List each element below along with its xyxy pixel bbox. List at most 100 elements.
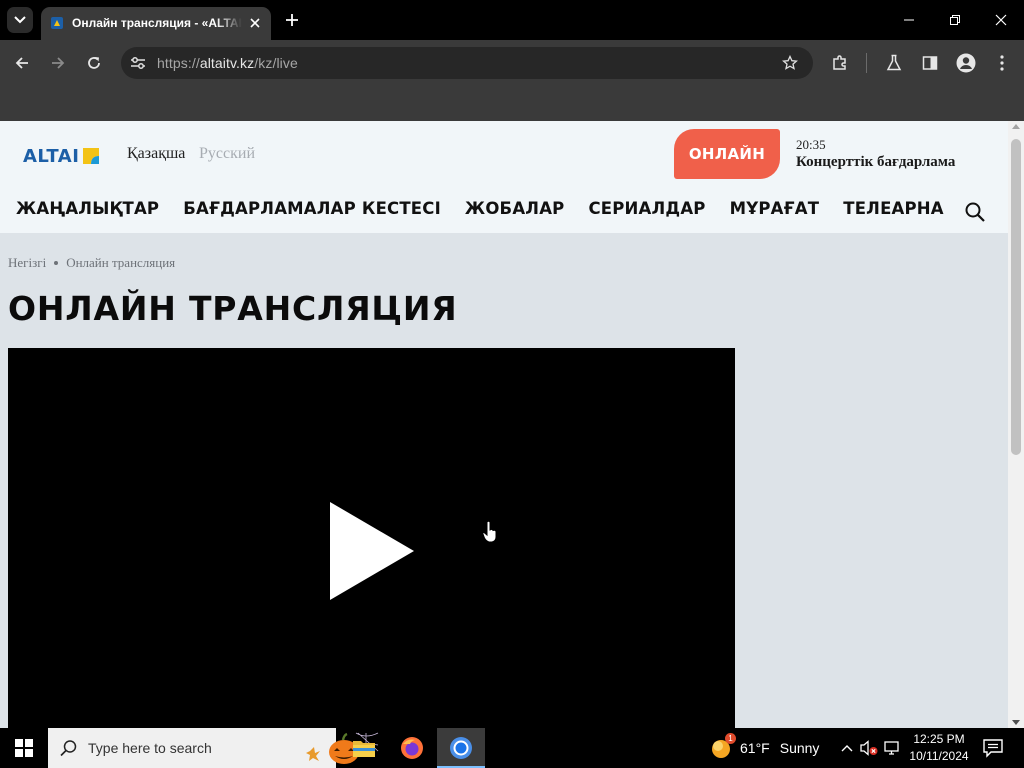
close-window-button[interactable] — [978, 0, 1024, 40]
new-tab-button[interactable] — [282, 10, 302, 30]
weather-description: Sunny — [779, 740, 820, 756]
nav-item-series[interactable]: СЕРИАЛДАР — [588, 199, 705, 223]
taskbar-clock[interactable]: 12:25 PM 10/11/2024 — [904, 731, 974, 765]
browser-menu-button[interactable] — [992, 53, 1012, 73]
profile-button[interactable] — [956, 53, 976, 73]
bookmark-star-button[interactable] — [781, 54, 799, 72]
logo-text: ALTAI — [23, 145, 80, 167]
windows-logo-icon — [15, 739, 33, 757]
online-button[interactable]: ОНЛАЙН — [674, 129, 780, 179]
nav-item-projects[interactable]: ЖОБАЛАР — [465, 199, 565, 223]
altai-favicon-icon — [51, 17, 63, 29]
chrome-icon — [450, 737, 472, 759]
firefox-app[interactable] — [388, 728, 436, 768]
page-scrollbar[interactable] — [1008, 121, 1024, 728]
tab-search-button[interactable] — [7, 7, 33, 33]
scroll-up-arrow-icon[interactable] — [1012, 124, 1020, 129]
weather-widget[interactable]: 1 61°F Sunny — [710, 733, 820, 760]
taskbar-search-placeholder: Type here to search — [88, 740, 212, 756]
tab-close-button[interactable] — [247, 15, 263, 31]
taskbar-search-box[interactable]: Type here to search — [48, 728, 379, 768]
chevron-up-icon — [841, 745, 853, 752]
close-icon — [250, 18, 260, 28]
lang-kazakh[interactable]: Қазақша — [127, 145, 185, 163]
plus-icon — [286, 14, 298, 26]
avatar-icon — [956, 53, 976, 73]
labs-button[interactable] — [884, 53, 904, 73]
url-host: altaitv.kz — [199, 55, 255, 71]
breadcrumb: Негізгі Онлайн трансляция — [8, 255, 175, 271]
reload-icon — [88, 57, 100, 69]
url-scheme: https:// — [157, 55, 200, 71]
network-icon — [884, 741, 899, 755]
nav-item-archive[interactable]: МҰРАҒАТ — [730, 199, 820, 223]
site-logo[interactable]: ALTAI — [23, 145, 100, 167]
notification-center-icon[interactable] — [982, 738, 1004, 758]
restore-button[interactable] — [932, 0, 978, 40]
forward-button[interactable] — [44, 49, 72, 77]
clock-time: 12:25 PM — [913, 732, 965, 746]
address-bar[interactable]: https://altaitv.kz/kz/live — [121, 47, 813, 79]
site-info-button[interactable] — [129, 54, 147, 72]
toolbar-divider — [866, 53, 867, 73]
url-path: /kz/live — [254, 55, 298, 71]
start-button[interactable] — [0, 728, 48, 768]
breadcrumb-separator — [54, 261, 59, 265]
weather-badge: 1 — [725, 733, 736, 744]
file-explorer-app[interactable] — [340, 728, 388, 768]
browser-toolbar: https://altaitv.kz/kz/live — [0, 40, 1024, 86]
chevron-down-icon — [14, 16, 26, 24]
tune-icon — [131, 57, 145, 69]
tab-strip: Онлайн трансляция - «ALTAI» — [0, 0, 1024, 40]
scroll-down-arrow-icon[interactable] — [1012, 720, 1020, 725]
search-icon — [60, 740, 77, 757]
site-header: ALTAI Қазақша Русский ОНЛАЙН 20:35 Конце… — [0, 121, 1008, 233]
page-title: ОНЛАЙН ТРАНСЛЯЦИЯ — [8, 289, 458, 328]
scroll-thumb[interactable] — [1011, 139, 1021, 455]
extensions-button[interactable] — [830, 53, 850, 73]
tray-overflow-button[interactable] — [838, 739, 856, 757]
arrow-right-icon — [52, 57, 65, 69]
video-player[interactable] — [8, 348, 735, 728]
logo-mark-icon — [83, 148, 100, 164]
close-icon — [995, 14, 1007, 26]
puzzle-icon — [833, 55, 846, 70]
side-panel-button[interactable] — [920, 53, 940, 73]
volume-muted-icon — [860, 740, 878, 756]
flask-icon — [886, 54, 902, 71]
back-button[interactable] — [8, 49, 36, 77]
now-playing-title[interactable]: Концерттік бағдарлама — [796, 154, 955, 171]
nav-item-schedule[interactable]: БАҒДАРЛАМАЛАР КЕСТЕСІ — [183, 199, 441, 223]
minimize-icon — [904, 19, 914, 21]
url-text: https://altaitv.kz/kz/live — [157, 55, 298, 71]
nav-item-news[interactable]: ЖАҢАЛЫҚТАР — [16, 199, 159, 223]
clock-date: 10/11/2024 — [909, 749, 969, 763]
weather-temperature: 61°F — [740, 740, 770, 756]
lang-russian[interactable]: Русский — [199, 145, 255, 163]
volume-button[interactable] — [860, 739, 878, 757]
page-viewport: ALTAI Қазақша Русский ОНЛАЙН 20:35 Конце… — [0, 121, 1008, 728]
now-playing-time: 20:35 — [796, 137, 826, 152]
tab-title: Онлайн трансляция - «ALTAI» — [72, 16, 242, 30]
main-nav: ЖАҢАЛЫҚТАР БАҒДАРЛАМАЛАР КЕСТЕСІ ЖОБАЛАР… — [16, 199, 968, 223]
sun-icon: 1 — [710, 733, 736, 759]
folder-icon — [353, 741, 375, 757]
play-icon[interactable] — [330, 502, 414, 600]
minimize-button[interactable] — [886, 0, 932, 40]
star-icon — [782, 55, 798, 70]
arrow-left-icon — [15, 57, 28, 69]
restore-icon — [950, 15, 960, 25]
breadcrumb-home[interactable]: Негізгі — [8, 255, 46, 271]
bookmarks-bar — [0, 86, 1024, 122]
hand-cursor-icon — [482, 520, 497, 543]
nav-item-channel[interactable]: ТЕЛЕАРНА — [843, 199, 944, 223]
chrome-app[interactable] — [437, 728, 485, 768]
kebab-menu-icon — [1000, 55, 1004, 71]
breadcrumb-current: Онлайн трансляция — [66, 255, 176, 270]
firefox-icon — [401, 737, 423, 759]
reload-button[interactable] — [80, 49, 108, 77]
search-icon[interactable] — [964, 201, 986, 223]
side-panel-icon — [922, 56, 938, 70]
browser-tab-active[interactable]: Онлайн трансляция - «ALTAI» — [41, 7, 271, 40]
network-button[interactable] — [884, 739, 902, 757]
